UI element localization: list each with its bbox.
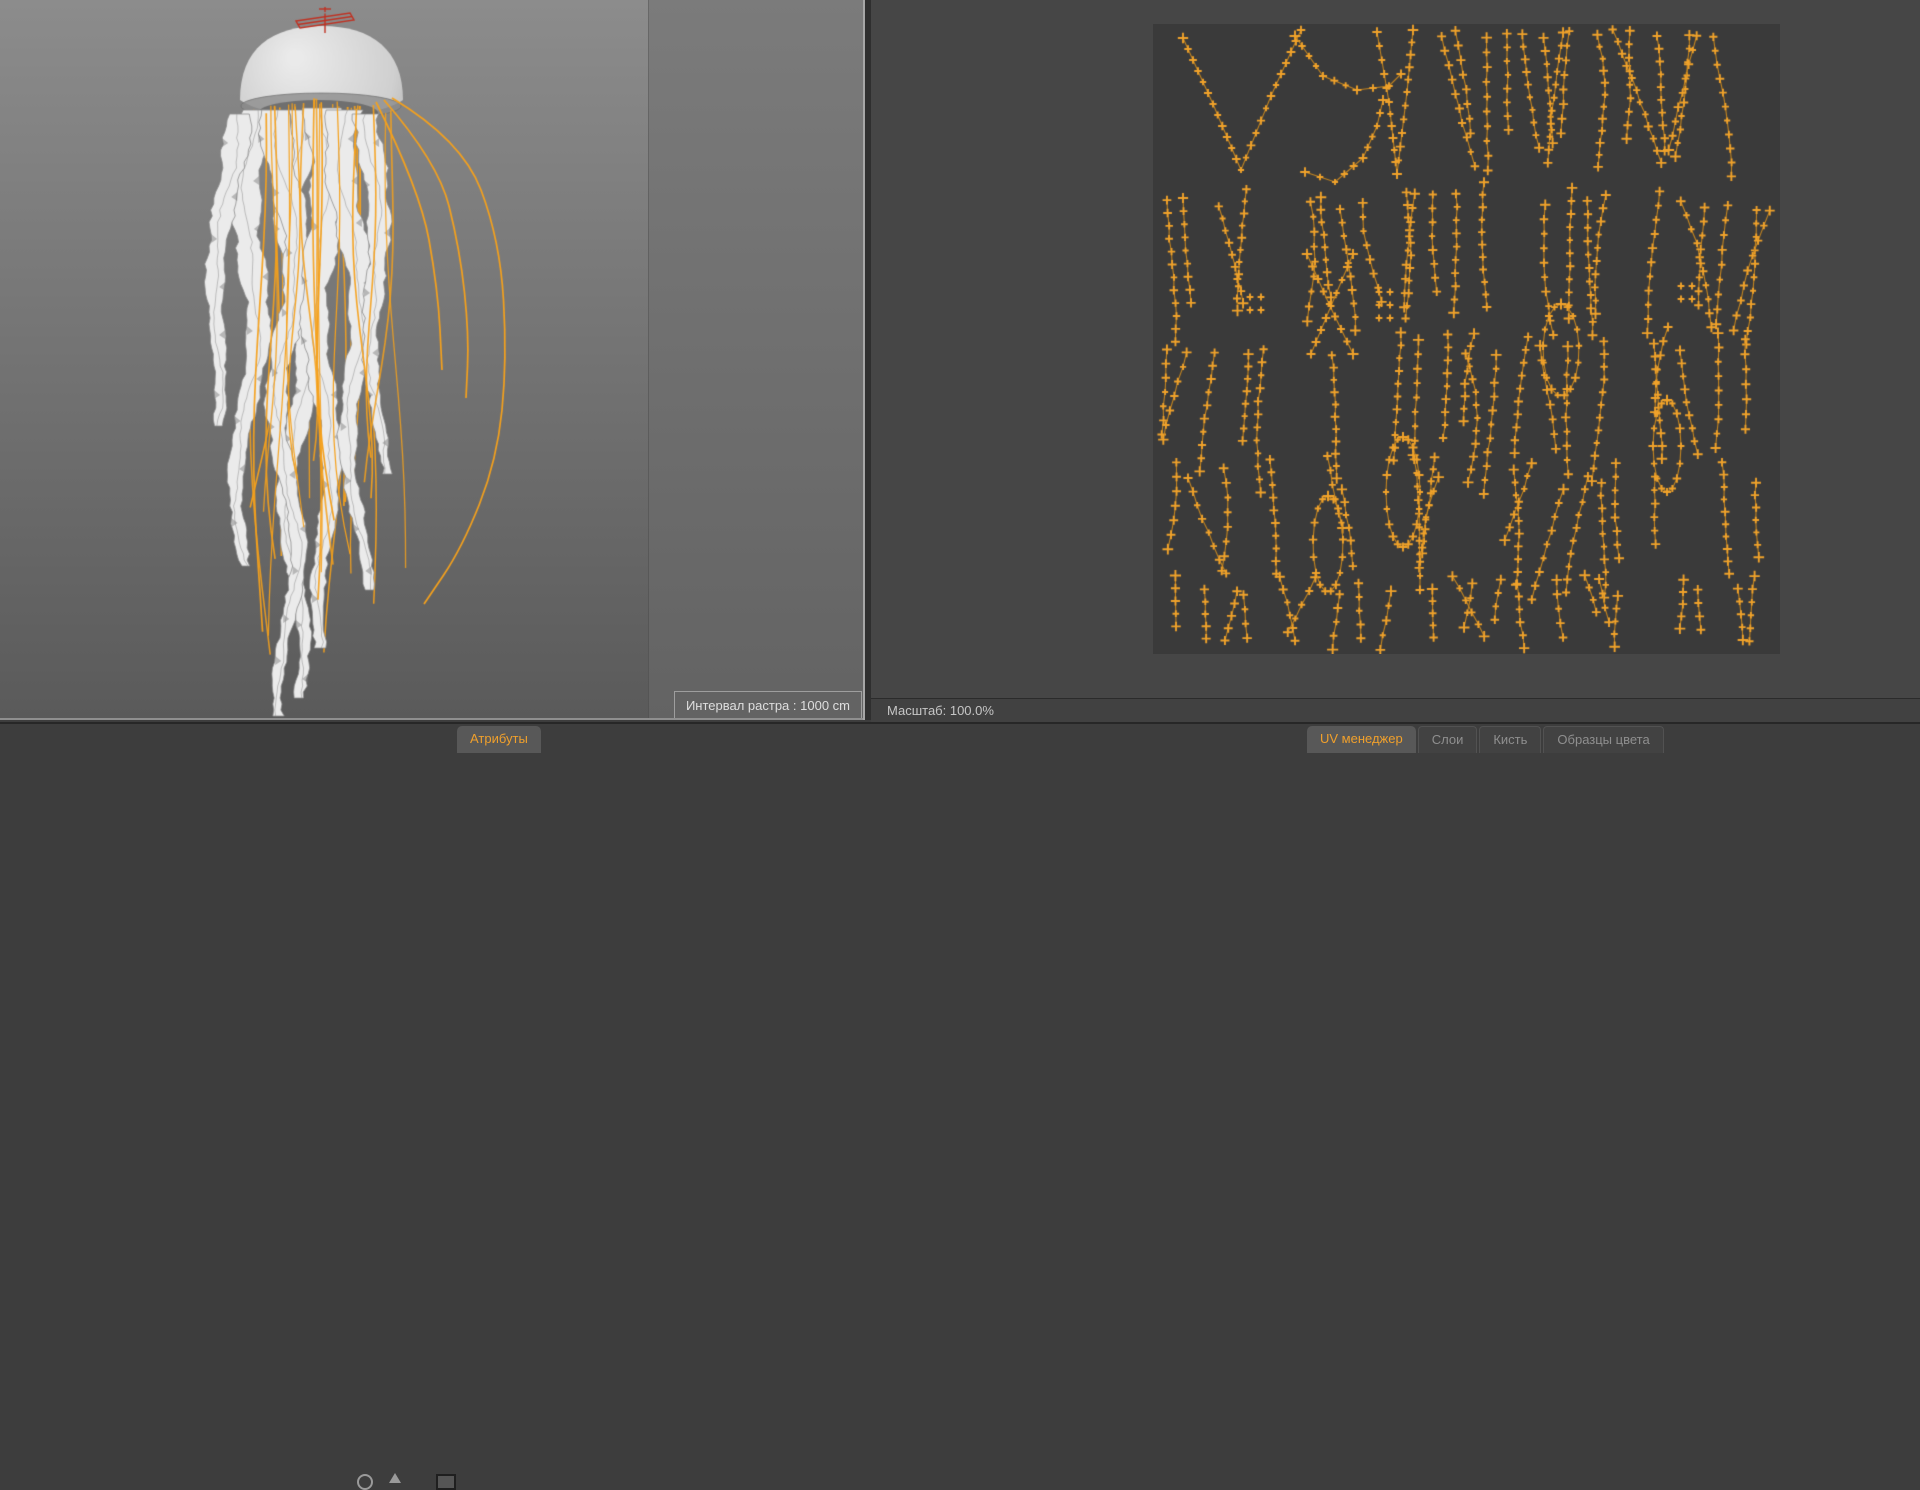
clipped-arrow-icon[interactable] [389,1473,401,1483]
zoom-level-readout: Масштаб: 100.0% [887,703,994,718]
clipped-swatch-icon[interactable] [436,1474,456,1490]
uv-manager-tab-group: UV менеджер Слои Кисть Образцы цвета [1307,726,1664,753]
tab-uv-manager[interactable]: UV менеджер [1307,726,1416,753]
tab-layers[interactable]: Слои [1417,726,1478,753]
tab-brush[interactable]: Кисть [1479,726,1542,753]
clipped-toolbar-icon[interactable] [357,1474,373,1490]
bottom-tab-bar: Атрибуты UV менеджер Слои Кисть Образцы … [0,722,1920,1490]
uv-mesh-canvas[interactable] [1153,24,1780,654]
viewport-secondary[interactable]: Интервал растра : 1000 cm [648,0,863,720]
uv-editor-panel: Масштаб: 100.0% [871,0,1920,722]
tab-attributes[interactable]: Атрибуты [457,726,541,753]
raster-interval-readout: Интервал растра : 1000 cm [673,691,862,720]
viewport-3d-perspective[interactable] [0,0,648,720]
tab-color-swatches[interactable]: Образцы цвета [1543,726,1664,753]
app-root: { "status": { "raster_interval": "Интерв… [0,0,1920,1490]
uv-statusbar: Масштаб: 100.0% [871,698,1920,722]
jellyfish-model-render [0,0,648,720]
viewport-bottom-edge [0,718,866,720]
